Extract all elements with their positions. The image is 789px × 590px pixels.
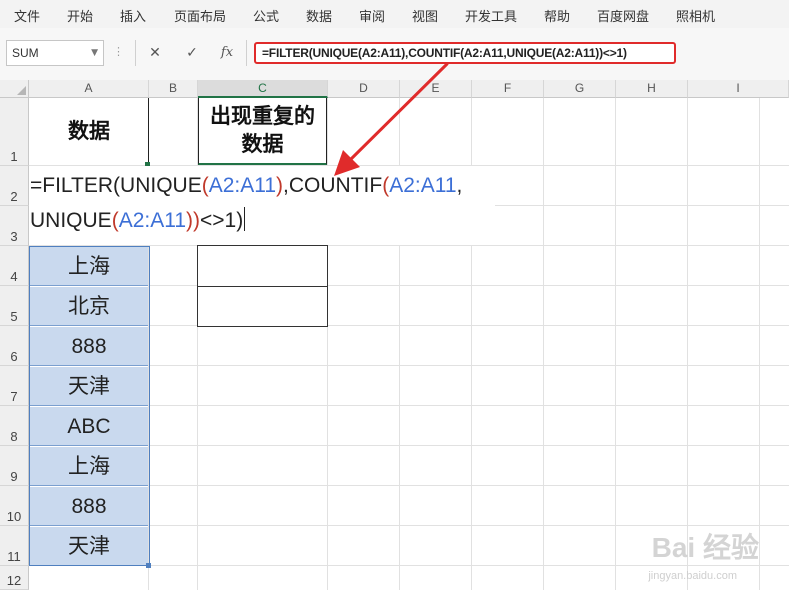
baidu-watermark-url: jingyan.baidu.com [648,570,737,582]
annotation-arrow-icon [334,62,449,176]
baidu-watermark: Bai 经验 [651,532,759,563]
